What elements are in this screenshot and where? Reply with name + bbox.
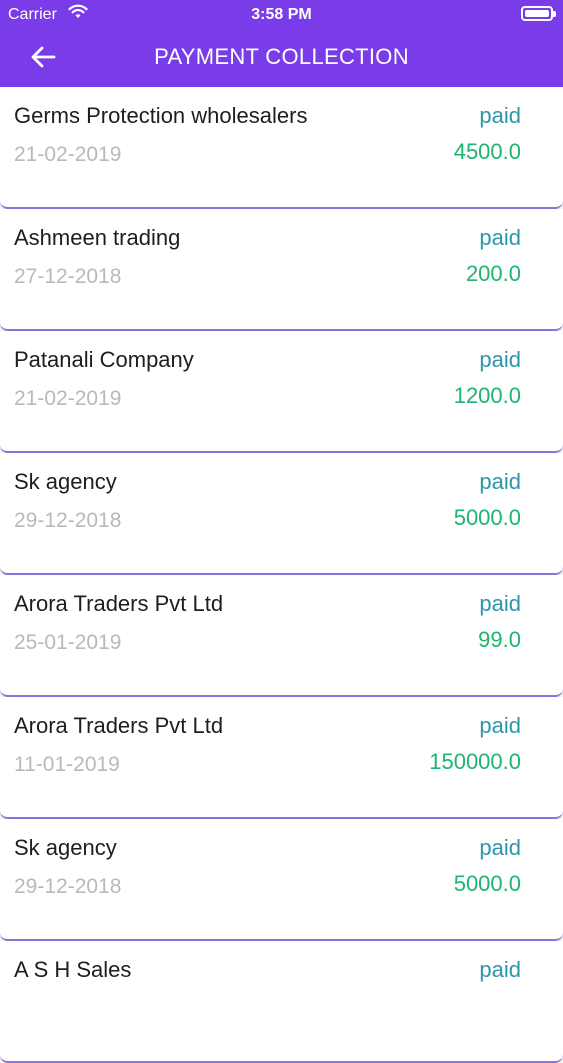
payment-date: 21-02-2019 (14, 143, 122, 166)
payment-date: 27-12-2018 (14, 265, 122, 288)
payment-amount: 5000.0 (453, 871, 521, 896)
nav-bar: PAYMENT COLLECTION (0, 32, 563, 82)
payment-date: 29-12-2018 (14, 509, 122, 532)
payment-date: 11-01-2019 (14, 753, 120, 776)
payment-date: 29-12-2018 (14, 875, 122, 898)
payment-amount: 5000.0 (453, 505, 521, 530)
payment-status: paid (479, 835, 521, 860)
payment-amount: 4500.0 (453, 139, 521, 164)
page-title: PAYMENT COLLECTION (154, 44, 409, 69)
payment-status: paid (479, 713, 521, 738)
payment-card[interactable]: Patanali Company 21-02-2019 paid 1200.0 (0, 331, 563, 453)
payment-card[interactable]: Sk agency 29-12-2018 paid 5000.0 (0, 453, 563, 575)
battery-icon (521, 6, 556, 21)
payment-status: paid (479, 103, 521, 128)
payment-status: paid (479, 469, 521, 494)
payment-card[interactable]: Arora Traders Pvt Ltd 25-01-2019 paid 99… (0, 575, 563, 697)
payment-amount: 150000.0 (429, 749, 521, 774)
payment-amount: 200.0 (465, 261, 521, 286)
customer-name: Patanali Company (14, 347, 194, 372)
payment-card[interactable]: Sk agency 29-12-2018 paid 5000.0 (0, 819, 563, 941)
payment-list[interactable]: Germs Protection wholesalers 21-02-2019 … (0, 87, 563, 1063)
customer-name: Sk agency (14, 469, 117, 494)
customer-name: Arora Traders Pvt Ltd (14, 713, 224, 738)
payment-card[interactable]: Germs Protection wholesalers 21-02-2019 … (0, 87, 563, 209)
payment-status: paid (479, 225, 521, 250)
payment-amount: 1200.0 (453, 383, 521, 408)
customer-name: Ashmeen trading (14, 225, 181, 250)
customer-name: Arora Traders Pvt Ltd (14, 591, 224, 616)
payment-amount: 99.0 (478, 627, 521, 652)
customer-name: A S H Sales (14, 957, 132, 982)
payment-card[interactable]: Arora Traders Pvt Ltd 11-01-2019 paid 15… (0, 697, 563, 819)
header-bar: Carrier 3:58 PM PAYMENT COLLECTION (0, 0, 563, 87)
payment-status: paid (479, 957, 521, 982)
customer-name: Sk agency (14, 835, 117, 860)
status-time: 3:58 PM (251, 6, 312, 23)
customer-name: Germs Protection wholesalers (14, 103, 308, 128)
payment-card[interactable]: Ashmeen trading 27-12-2018 paid 200.0 (0, 209, 563, 331)
status-bar: Carrier 3:58 PM (0, 0, 563, 30)
payment-status: paid (479, 347, 521, 372)
payment-date: 21-02-2019 (14, 387, 122, 410)
payment-status: paid (479, 591, 521, 616)
payment-card[interactable]: A S H Sales paid (0, 941, 563, 1063)
payment-date: 25-01-2019 (14, 631, 122, 654)
